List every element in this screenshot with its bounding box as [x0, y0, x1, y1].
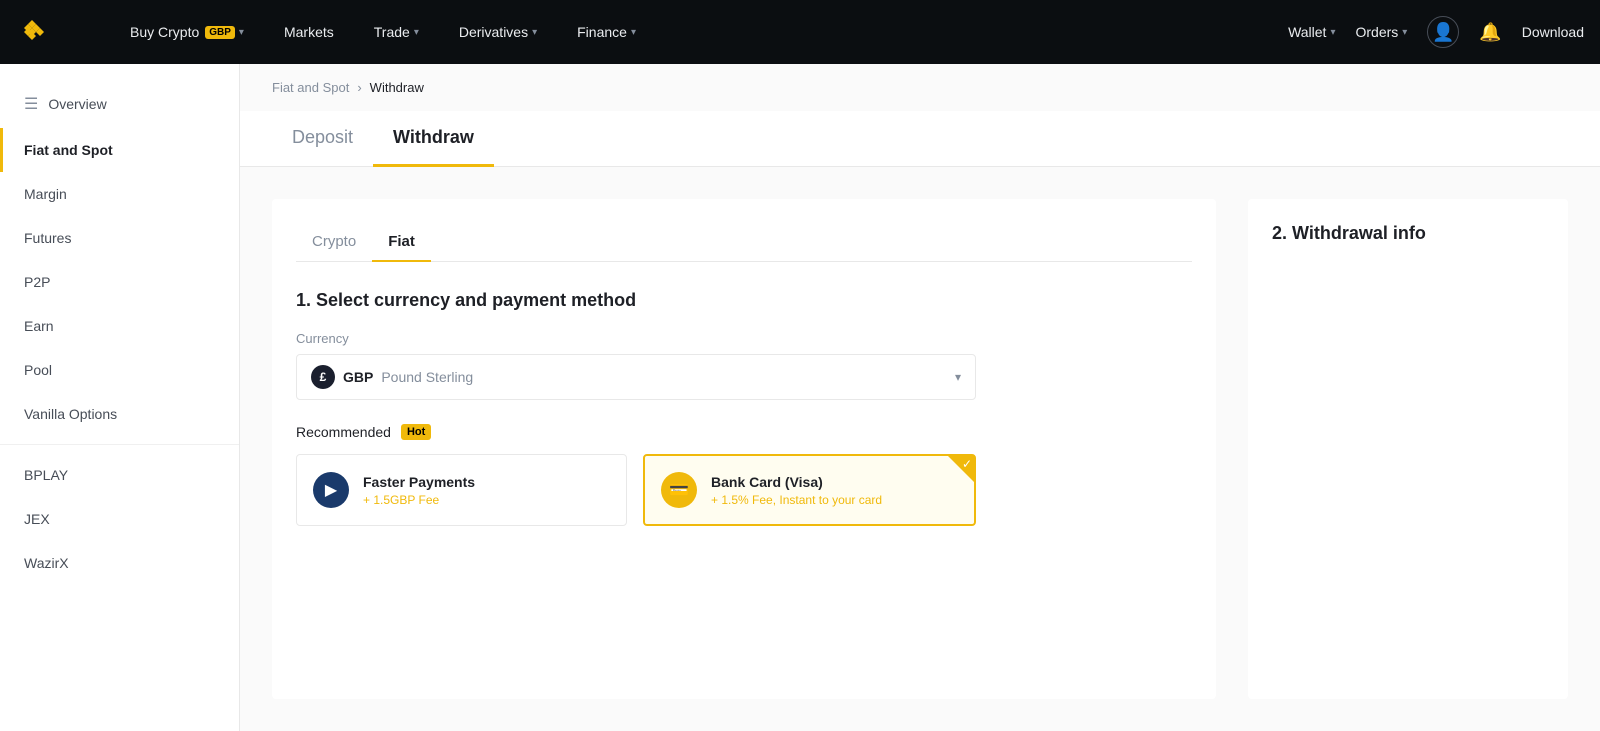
tab-deposit[interactable]: Deposit	[272, 111, 373, 167]
avatar-icon: 👤	[1432, 22, 1454, 43]
nav-buy-crypto[interactable]: Buy Crypto GBP ▾	[122, 0, 252, 64]
breadcrumb-separator: ›	[357, 80, 361, 95]
nav-finance[interactable]: Finance ▾	[569, 0, 644, 64]
currency-symbol-badge: £	[311, 365, 335, 389]
withdraw-panel: Crypto Fiat 1. Select currency and payme…	[272, 199, 1216, 699]
recommended-row: Recommended Hot	[296, 424, 1192, 440]
payment-cards: ▶ Faster Payments + 1.5GBP Fee ✓	[296, 454, 976, 526]
faster-payments-chevron-icon: ▶	[325, 480, 337, 500]
faster-payments-info: Faster Payments + 1.5GBP Fee	[363, 474, 475, 507]
wallet-button[interactable]: Wallet ▾	[1288, 24, 1335, 40]
currency-code: GBP	[343, 369, 373, 385]
sub-tab-crypto[interactable]: Crypto	[296, 223, 372, 262]
sidebar-item-earn[interactable]: Earn	[0, 304, 239, 348]
download-button[interactable]: Download	[1522, 24, 1584, 40]
trade-chevron: ▾	[414, 27, 419, 38]
derivatives-chevron: ▾	[532, 27, 537, 38]
sidebar-item-wazirx[interactable]: WazirX	[0, 541, 239, 585]
bank-card-name: Bank Card (Visa)	[711, 474, 882, 490]
sidebar-item-futures[interactable]: Futures	[0, 216, 239, 260]
nav-markets[interactable]: Markets	[276, 0, 342, 64]
sub-tabs: Crypto Fiat	[296, 223, 1192, 262]
content-area: Crypto Fiat 1. Select currency and payme…	[240, 167, 1600, 731]
bank-card-icon: 💳	[661, 472, 697, 508]
selected-check-indicator: ✓	[947, 455, 975, 483]
logo[interactable]	[16, 16, 48, 48]
binance-logo-icon	[16, 16, 48, 48]
nav-trade[interactable]: Trade ▾	[366, 0, 427, 64]
main-content: Fiat and Spot › Withdraw Deposit Withdra…	[240, 64, 1600, 731]
currency-label: Currency	[296, 331, 1192, 346]
faster-payments-fee: + 1.5GBP Fee	[363, 493, 475, 507]
sidebar-divider	[0, 444, 239, 445]
recommended-label: Recommended	[296, 424, 391, 440]
faster-payments-icon: ▶	[313, 472, 349, 508]
finance-chevron: ▾	[631, 27, 636, 38]
checkmark-icon: ✓	[962, 457, 972, 471]
sidebar-item-p2p[interactable]: P2P	[0, 260, 239, 304]
page-layout: ☰ Overview Fiat and Spot Margin Futures …	[0, 64, 1600, 731]
sidebar-item-vanilla-options[interactable]: Vanilla Options	[0, 392, 239, 436]
currency-name: Pound Sterling	[381, 369, 955, 385]
sidebar-item-overview[interactable]: ☰ Overview	[0, 80, 239, 128]
right-panel: 2. Withdrawal info	[1248, 199, 1568, 699]
currency-select-chevron-icon: ▾	[955, 370, 961, 384]
sub-tab-fiat[interactable]: Fiat	[372, 223, 431, 262]
faster-payments-name: Faster Payments	[363, 474, 475, 490]
gbp-badge: GBP	[205, 26, 235, 39]
section1-title: 1. Select currency and payment method	[296, 290, 1192, 311]
orders-chevron: ▾	[1402, 27, 1407, 38]
overview-icon: ☰	[24, 94, 38, 114]
payment-card-faster-payments[interactable]: ▶ Faster Payments + 1.5GBP Fee	[296, 454, 627, 526]
sidebar-item-pool[interactable]: Pool	[0, 348, 239, 392]
payment-card-bank-card-visa[interactable]: ✓ 💳 Bank Card (Visa) + 1.5% Fee, Instant…	[643, 454, 976, 526]
sidebar: ☰ Overview Fiat and Spot Margin Futures …	[0, 64, 240, 731]
section2-title: 2. Withdrawal info	[1272, 223, 1544, 244]
sidebar-item-margin[interactable]: Margin	[0, 172, 239, 216]
bank-card-fee: + 1.5% Fee, Instant to your card	[711, 493, 882, 507]
nav-right-area: Wallet ▾ Orders ▾ 👤 🔔 Download	[1288, 16, 1584, 48]
buy-crypto-chevron: ▾	[239, 27, 244, 38]
notification-bell-icon[interactable]: 🔔	[1479, 22, 1501, 43]
breadcrumb: Fiat and Spot › Withdraw	[240, 64, 1600, 111]
wallet-chevron: ▾	[1330, 27, 1335, 38]
tabs-bar: Deposit Withdraw	[240, 111, 1600, 167]
currency-select[interactable]: £ GBP Pound Sterling ▾	[296, 354, 976, 400]
tab-withdraw[interactable]: Withdraw	[373, 111, 494, 167]
breadcrumb-current: Withdraw	[370, 80, 424, 95]
top-navigation: Buy Crypto GBP ▾ Markets Trade ▾ Derivat…	[0, 0, 1600, 64]
user-avatar[interactable]: 👤	[1427, 16, 1459, 48]
sidebar-item-bplay[interactable]: BPLAY	[0, 453, 239, 497]
bank-card-symbol-icon: 💳	[669, 480, 689, 500]
nav-derivatives[interactable]: Derivatives ▾	[451, 0, 545, 64]
orders-button[interactable]: Orders ▾	[1355, 24, 1407, 40]
sidebar-item-jex[interactable]: JEX	[0, 497, 239, 541]
sidebar-item-fiat-and-spot[interactable]: Fiat and Spot	[0, 128, 239, 172]
breadcrumb-parent[interactable]: Fiat and Spot	[272, 80, 349, 95]
hot-badge: Hot	[401, 424, 431, 440]
app-grid-icon[interactable]	[80, 30, 98, 34]
bank-card-info: Bank Card (Visa) + 1.5% Fee, Instant to …	[711, 474, 882, 507]
